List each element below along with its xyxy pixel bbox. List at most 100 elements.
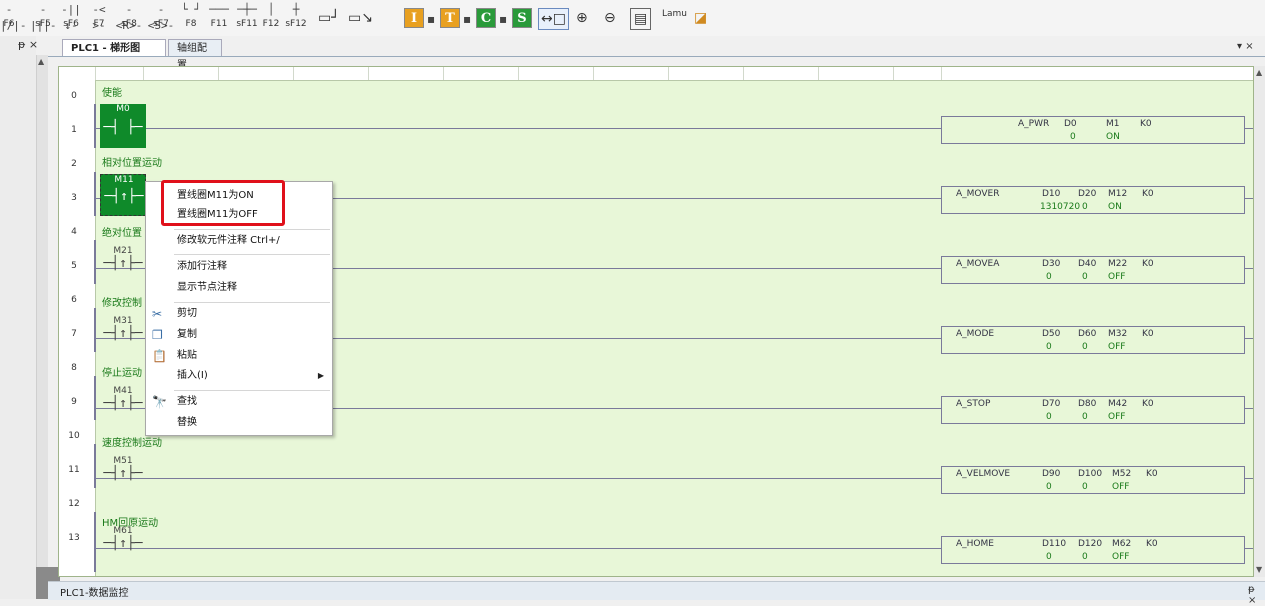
toolbar-button-delete-vline[interactable]: ┼ sF12 — [284, 2, 308, 30]
highlight-box — [161, 180, 285, 226]
tab-ladder[interactable]: PLC1 - 梯形图 — [62, 39, 166, 56]
input-letter-button[interactable]: I — [404, 8, 424, 28]
power-rail — [94, 512, 96, 572]
toolbar-button-coil[interactable]: -< >- F7 — [86, 2, 112, 32]
ladder-column-header — [59, 67, 1253, 81]
toolbar-button-nc-contact[interactable]: -|/|- F6 — [0, 2, 27, 32]
row-number: 1 — [71, 125, 77, 135]
row-number: 12 — [68, 499, 80, 509]
rung-comment[interactable]: 使能 — [102, 84, 122, 99]
row-number: 11 — [68, 465, 80, 475]
toolbar-button-hline[interactable]: ─── F11 — [206, 2, 232, 30]
function-block-a-stop[interactable]: A_STOP D70 D80 M42 K0 0 0 OFF — [941, 396, 1245, 424]
contact-m61[interactable]: M61 ─┤↑├─ — [100, 526, 146, 554]
grid-view-icon[interactable]: ▤ — [630, 8, 652, 30]
panel-pin-close[interactable]: ᵽ × — [1248, 584, 1265, 606]
contact-m11[interactable]: M11 ─┤↑├─ — [100, 174, 146, 216]
menu-item-edit-comment[interactable]: 修改软元件注释 Ctrl+/ — [146, 231, 332, 251]
data-monitor-panel-bar[interactable]: PLC1-数据监控 ᵽ × — [48, 581, 1265, 606]
left-panel — [0, 36, 36, 599]
menu-item-show-node-comment[interactable]: 显示节点注释 — [146, 278, 332, 298]
power-rail — [94, 172, 96, 216]
rung-comment[interactable]: 停止运动 — [102, 364, 142, 379]
row-number: 13 — [68, 533, 80, 543]
row-number: 5 — [71, 261, 77, 271]
contact-m51[interactable]: M51 ─┤↑├─ — [100, 456, 146, 484]
rung-insert-icon[interactable]: ▭┘ — [318, 8, 340, 28]
toolbar-button-parallel-nc[interactable]: -||↓- sF6 — [58, 2, 84, 32]
right-scrollbar[interactable] — [1254, 66, 1265, 577]
dropdown-dot-icon[interactable]: ▪ — [463, 12, 471, 26]
power-rail — [94, 444, 96, 488]
toolbar-button-set-coil[interactable]: -<S>- sF7 — [146, 2, 176, 32]
rung-delete-icon[interactable]: ▭↘ — [348, 8, 373, 28]
zoom-in-icon[interactable]: ⊕ — [576, 8, 588, 28]
toolbar-button-vline[interactable]: │ F12 — [262, 2, 280, 30]
menu-item-insert[interactable]: 插入(I) ▶ — [146, 366, 332, 386]
row-number: 8 — [71, 363, 77, 373]
counter-letter-button[interactable]: C — [476, 8, 496, 28]
contact-m21[interactable]: M21 ─┤↑├─ — [100, 246, 146, 274]
contact-m0[interactable]: M0 ─┤ ├─ — [100, 104, 146, 148]
contact-m41[interactable]: M41 ─┤↑├─ — [100, 386, 146, 414]
rung-comment[interactable]: 修改控制 — [102, 294, 142, 309]
rung-wire — [95, 128, 941, 129]
rung-wire — [95, 548, 941, 549]
scroll-down-icon[interactable]: ▼ — [1256, 565, 1262, 574]
tab-axis-config[interactable]: 轴组配置 — [168, 39, 222, 71]
function-block-a-velmove[interactable]: A_VELMOVE D90 D100 M52 K0 0 0 OFF — [941, 466, 1245, 494]
left-scrollbar[interactable] — [36, 55, 48, 567]
row-number: 2 — [71, 159, 77, 169]
submenu-arrow-icon: ▶ — [317, 371, 324, 380]
contact-m31[interactable]: M31 ─┤↑├─ — [100, 316, 146, 344]
data-monitor-title: PLC1-数据监控 — [60, 588, 129, 599]
power-rail — [94, 376, 96, 420]
cut-icon: ✂ — [152, 307, 163, 321]
state-letter-button[interactable]: S — [512, 8, 532, 28]
function-block-a-pwr[interactable]: A_PWR D0 M1 K0 0 ON — [941, 116, 1245, 144]
toolbar-button-delete-hline[interactable]: ─┼─ sF11 — [234, 2, 260, 30]
menu-separator — [174, 390, 330, 391]
function-block-a-mover[interactable]: A_MOVER D10 D20 M12 K0 1310720 0 ON — [941, 186, 1245, 214]
toolbar-button-reset-coil[interactable]: -<R>- sF8 — [114, 2, 144, 32]
row-number: 6 — [71, 295, 77, 305]
power-rail — [94, 308, 96, 352]
monitor-icon[interactable]: ◪ — [694, 8, 707, 28]
dropdown-dot-icon[interactable]: ▪ — [499, 12, 507, 26]
dropdown-dot-icon[interactable]: ▪ — [427, 12, 435, 26]
menu-item-cut[interactable]: ✂ 剪切 — [146, 304, 332, 324]
lamu-icon[interactable]: Lamu — [662, 4, 687, 24]
menu-separator — [174, 302, 330, 303]
tab-bar: PLC1 - 梯形图 轴组配置 — [48, 38, 1265, 71]
toolbar-button-parallel-contact[interactable]: -|||- sF5 — [30, 2, 57, 32]
zoom-out-icon[interactable]: ⊖ — [604, 8, 616, 28]
power-rail — [94, 104, 96, 148]
toolbar: -|/|- F6 -|||- sF5 -||↓- sF6 -< >- F7 -<R>- s… — [0, 0, 1265, 36]
scroll-up-icon[interactable]: ▲ — [1256, 68, 1262, 77]
rung-comment[interactable]: 速度控制运动 — [102, 434, 162, 449]
rung-comment[interactable]: 相对位置运动 — [102, 154, 162, 169]
menu-item-replace[interactable]: 替换 — [146, 413, 332, 433]
tab-menu-close[interactable]: ▾ × — [1237, 41, 1254, 52]
scroll-up-icon[interactable]: ▲ — [38, 57, 46, 66]
power-rail — [94, 240, 96, 284]
timer-letter-button[interactable]: T — [440, 8, 460, 28]
function-block-a-mode[interactable]: A_MODE D50 D60 M32 K0 0 0 OFF — [941, 326, 1245, 354]
function-block-a-home[interactable]: A_HOME D110 D120 M62 K0 0 0 OFF — [941, 536, 1245, 564]
menu-separator — [174, 229, 330, 230]
panel-pin-close[interactable]: ᵽ × — [18, 38, 38, 51]
menu-item-find[interactable]: 🔭 查找 — [146, 392, 332, 412]
rung-comment[interactable]: 绝对位置 — [102, 224, 142, 239]
row-number: 10 — [68, 431, 80, 441]
row-number: 3 — [71, 193, 77, 203]
menu-item-copy[interactable]: ❐ 复制 — [146, 325, 332, 345]
row-number: 0 — [71, 91, 77, 101]
menu-separator — [174, 254, 330, 255]
row-number: 7 — [71, 329, 77, 339]
function-block-a-movea[interactable]: A_MOVEA D30 D40 M22 K0 0 0 OFF — [941, 256, 1245, 284]
menu-item-paste[interactable]: 📋 粘贴 — [146, 346, 332, 366]
fit-width-icon[interactable]: ↔□ — [538, 8, 569, 30]
toolbar-button-function[interactable]: └ ┘ F8 — [178, 2, 204, 30]
menu-item-add-line-comment[interactable]: 添加行注释 — [146, 257, 332, 277]
rung-wire — [95, 478, 941, 479]
